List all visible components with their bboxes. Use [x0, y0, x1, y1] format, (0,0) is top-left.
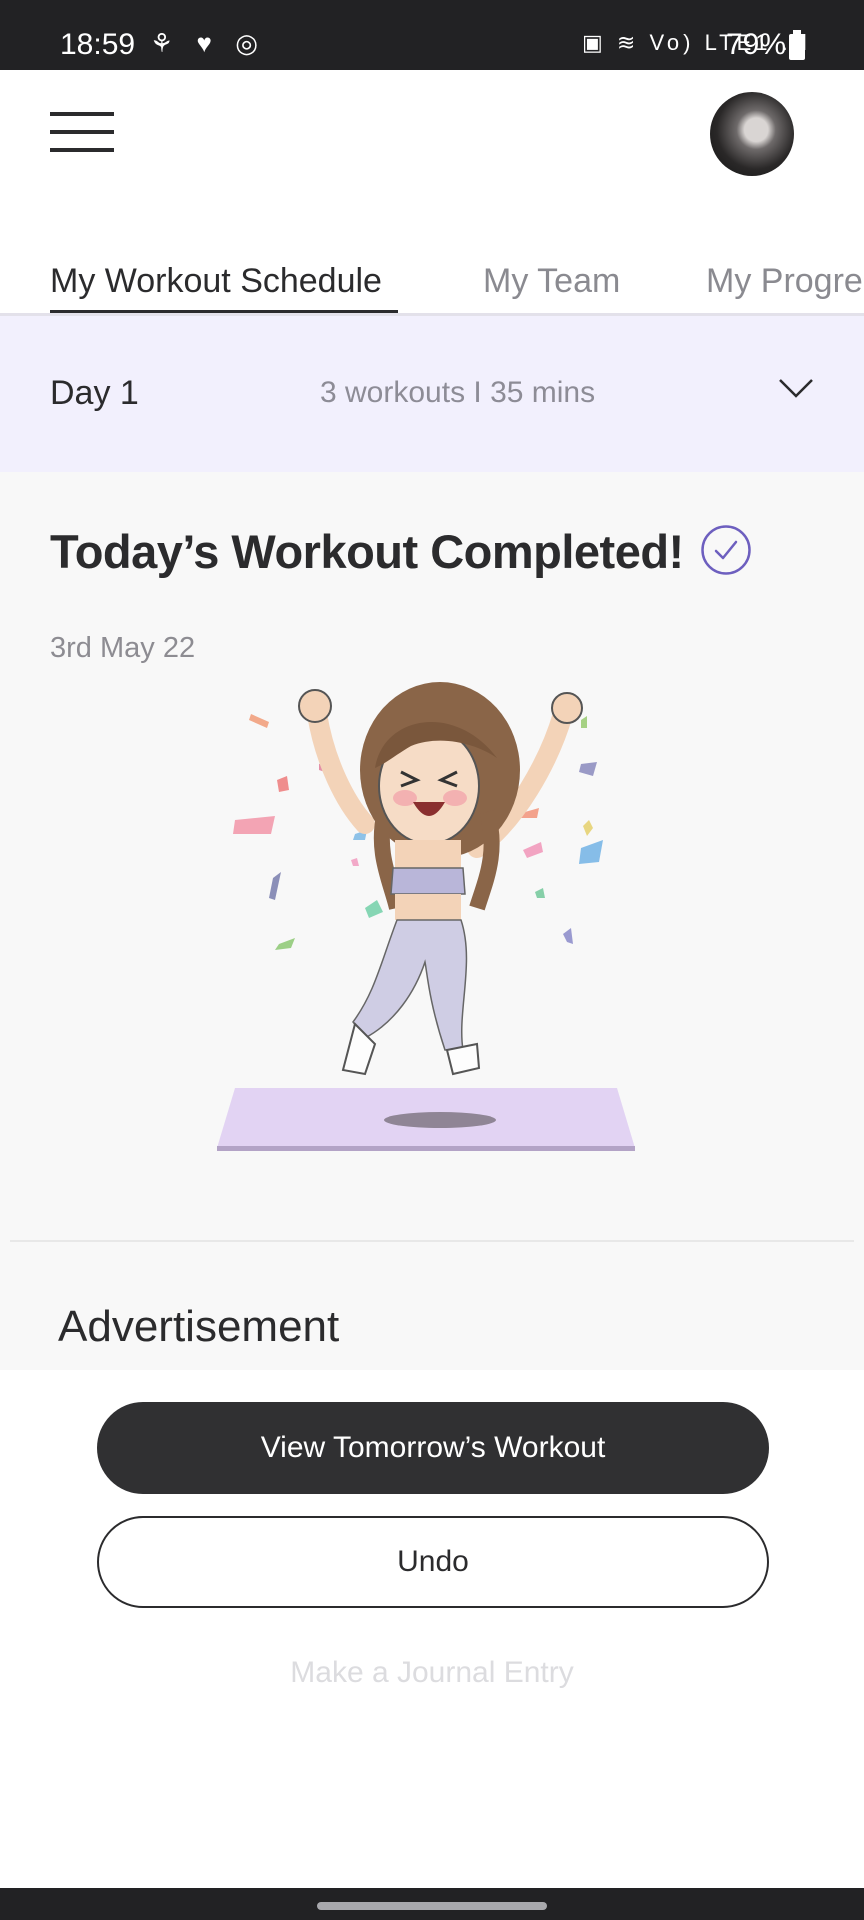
- active-tab-indicator: [50, 310, 398, 313]
- notification-icons: ⚘ ♥ ◎: [150, 28, 266, 58]
- chevron-down-icon[interactable]: [778, 370, 814, 406]
- journal-entry-link[interactable]: Make a Journal Entry: [0, 1656, 864, 1690]
- tab-workout-schedule[interactable]: My Workout Schedule: [50, 262, 382, 301]
- day-summary: 3 workouts I 35 mins: [320, 376, 596, 409]
- completion-title: Today’s Workout Completed!: [50, 525, 684, 578]
- hamburger-icon[interactable]: [50, 112, 114, 152]
- completion-date: 3rd May 22: [50, 632, 196, 664]
- app-header: [0, 70, 864, 200]
- check-circle-icon: [701, 525, 751, 575]
- tab-my-progress[interactable]: My Progre: [706, 262, 863, 301]
- tab-my-team[interactable]: My Team: [483, 262, 620, 301]
- celebration-illustration: [217, 682, 635, 1151]
- divider: [10, 1240, 854, 1242]
- system-nav-bar: [0, 1888, 864, 1920]
- completion-section: Today’s Workout Completed! 3rd May 22 Ad…: [0, 472, 864, 1370]
- status-bar: 18:59 ⚘ ♥ ◎ ▣ ≋ Vo) LTE1 .ıl 79%: [0, 0, 864, 70]
- avatar[interactable]: [710, 92, 794, 176]
- tab-bar: My Workout Schedule My Team My Progre: [0, 250, 864, 316]
- home-gesture-handle[interactable]: [317, 1902, 547, 1910]
- day-selector[interactable]: Day 1 3 workouts I 35 mins: [0, 316, 864, 472]
- view-tomorrow-workout-button[interactable]: View Tomorrow’s Workout: [97, 1402, 769, 1494]
- status-time: 18:59: [60, 28, 136, 61]
- advertisement-title: Advertisement: [58, 1302, 340, 1351]
- battery-level: 79%: [726, 28, 787, 61]
- day-label: Day 1: [50, 374, 139, 412]
- undo-button[interactable]: Undo: [97, 1516, 769, 1608]
- battery-icon: [789, 30, 805, 60]
